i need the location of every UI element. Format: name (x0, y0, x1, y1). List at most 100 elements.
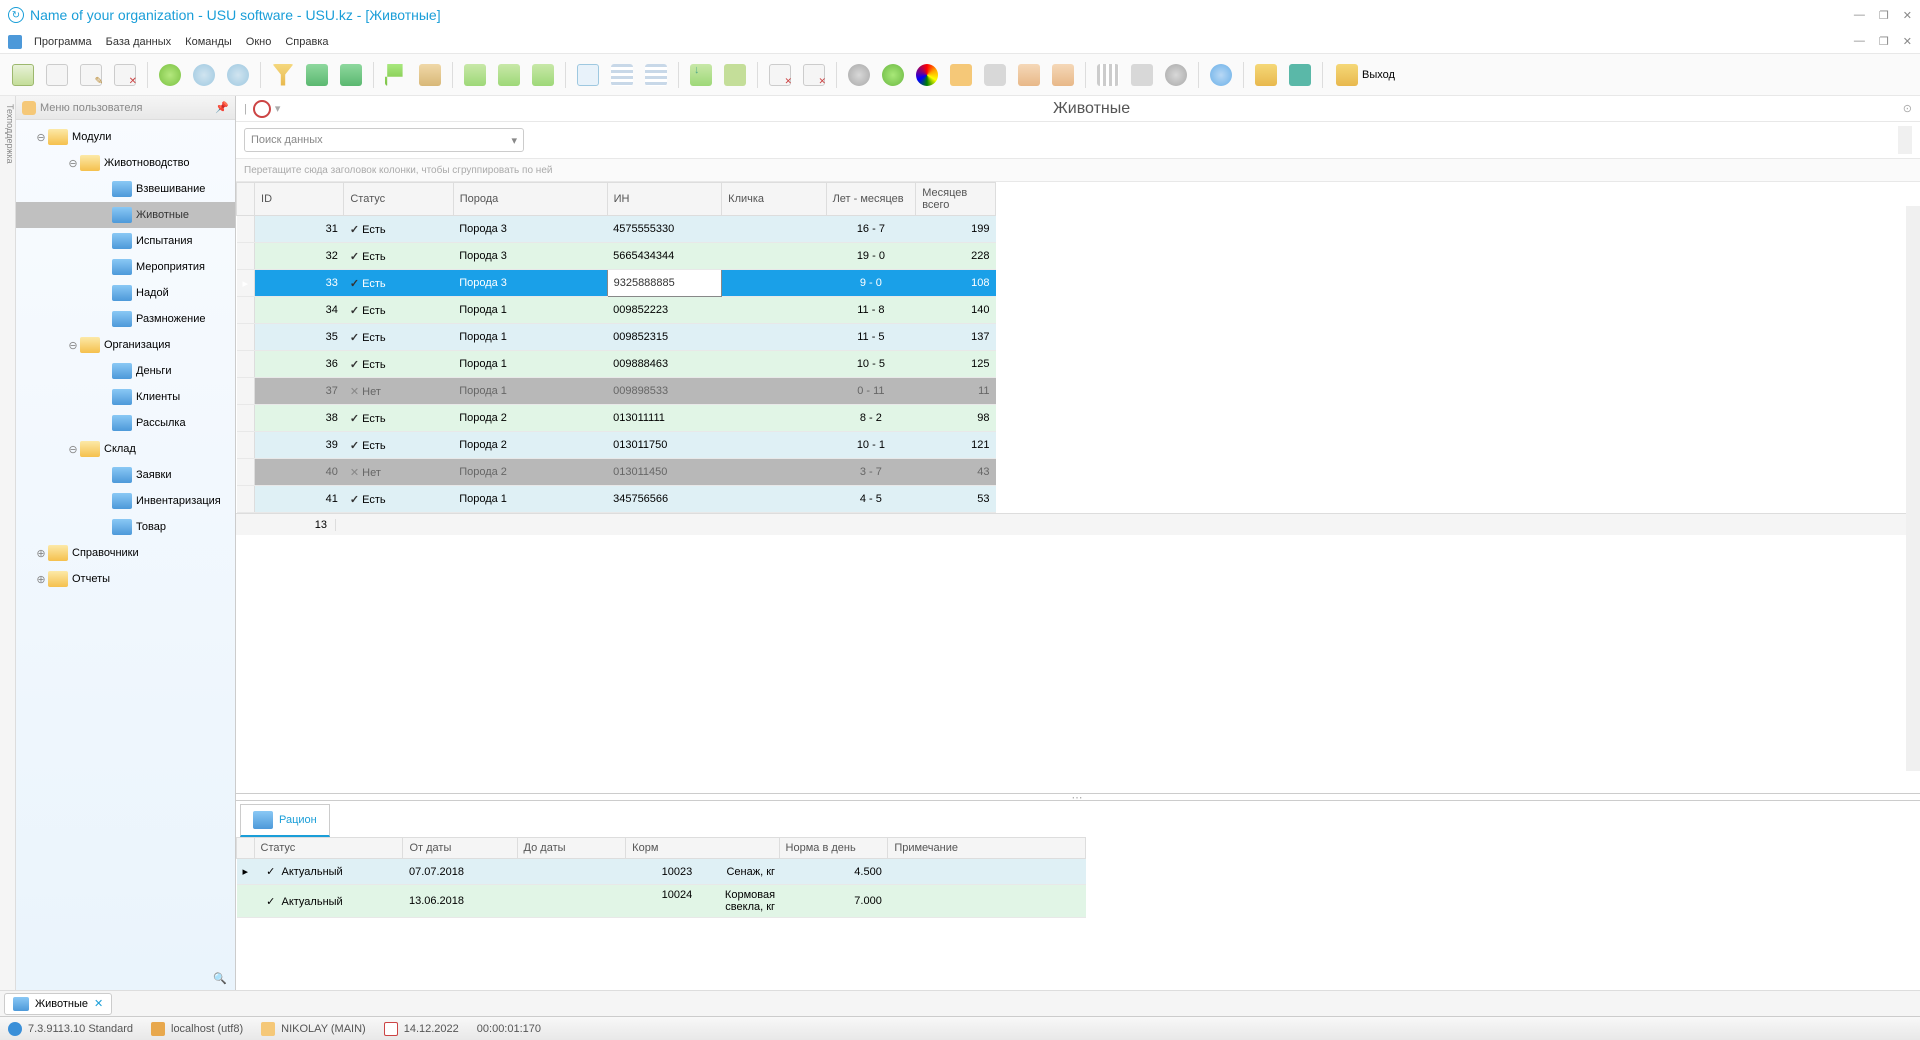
cell-norm[interactable]: 4.500 (779, 859, 888, 885)
table-row[interactable]: ▸33✓ ЕстьПорода 393258888859 - 0108 (237, 270, 996, 297)
cell-breed[interactable]: Порода 1 (453, 351, 607, 378)
cell-months[interactable]: 199 (916, 216, 996, 243)
col-header[interactable]: Примечание (888, 838, 1086, 859)
expand-icon[interactable]: ⊕ (34, 547, 48, 560)
menu-database[interactable]: База данных (100, 34, 178, 50)
sidepanel-search[interactable]: 🔍 (16, 966, 235, 990)
menu-program[interactable]: Программа (28, 34, 98, 50)
table-row[interactable]: 31✓ ЕстьПорода 3457555533016 - 7199 (237, 216, 996, 243)
col-header[interactable]: Статус (254, 838, 403, 859)
tb-refresh2[interactable] (1161, 60, 1191, 90)
cell-in[interactable]: 4575555330 (607, 216, 722, 243)
expand-icon[interactable]: ⊕ (34, 573, 48, 586)
tree-node[interactable]: ⊕Справочники (16, 540, 235, 566)
cell-nick[interactable] (722, 432, 826, 459)
tb-users2[interactable] (1048, 60, 1078, 90)
cell-id[interactable]: 36 (255, 351, 344, 378)
tree-node[interactable]: ⊕Отчеты (16, 566, 235, 592)
cell-breed[interactable]: Порода 2 (453, 459, 607, 486)
cell-age[interactable]: 10 - 5 (826, 351, 916, 378)
tb-delete[interactable] (110, 60, 140, 90)
cell-months[interactable]: 43 (916, 459, 996, 486)
expand-icon[interactable]: ⊖ (66, 157, 80, 170)
cell-in[interactable]: 9325888885 (607, 270, 722, 297)
cell-breed[interactable]: Порода 3 (453, 216, 607, 243)
cell-status[interactable]: ✓ Есть (344, 324, 453, 351)
tb-hand[interactable] (946, 60, 976, 90)
col-header[interactable]: Лет - месяцев (826, 183, 916, 216)
cell-breed[interactable]: Порода 3 (453, 243, 607, 270)
cell-status[interactable]: ✓ Актуальный (254, 859, 403, 885)
tb-add-col[interactable] (573, 60, 603, 90)
cell-breed[interactable]: Порода 1 (453, 297, 607, 324)
cell-from[interactable]: 13.06.2018 (403, 885, 517, 918)
cell-nick[interactable] (722, 216, 826, 243)
tree-node[interactable]: Инвентаризация (16, 488, 235, 514)
cell-in[interactable]: 013011450 (607, 459, 722, 486)
expand-icon[interactable]: ⊖ (34, 131, 48, 144)
tb-globe[interactable] (878, 60, 908, 90)
cell-age[interactable]: 9 - 0 (826, 270, 916, 297)
cell-note[interactable] (888, 885, 1086, 918)
cell-in[interactable]: 5665434344 (607, 243, 722, 270)
cell-months[interactable]: 108 (916, 270, 996, 297)
table-row[interactable]: ▸ ✓ Актуальный07.07.201810023 Сенаж, кг4… (237, 859, 1086, 885)
table-row[interactable]: 36✓ ЕстьПорода 100988846310 - 5125 (237, 351, 996, 378)
tree-node[interactable]: Взвешивание (16, 176, 235, 202)
tb-close-all[interactable] (799, 60, 829, 90)
cell-nick[interactable] (722, 324, 826, 351)
col-header[interactable]: Кличка (722, 183, 826, 216)
cell-status[interactable]: ✓ Есть (344, 486, 453, 513)
tb-tree3[interactable] (528, 60, 558, 90)
cell-breed[interactable]: Порода 3 (453, 270, 607, 297)
cell-nick[interactable] (722, 243, 826, 270)
cell-to[interactable] (517, 859, 626, 885)
tb-flag[interactable] (381, 60, 411, 90)
grid-scrollbar[interactable] (1906, 206, 1920, 771)
col-header[interactable]: До даты (517, 838, 626, 859)
search-input[interactable]: Поиск данных ▾ (244, 128, 524, 152)
tree-node[interactable]: Животные (16, 202, 235, 228)
tb-print[interactable] (1127, 60, 1157, 90)
cell-breed[interactable]: Порода 1 (453, 378, 607, 405)
cell-age[interactable]: 10 - 1 (826, 432, 916, 459)
tb-filter[interactable] (268, 60, 298, 90)
tree-node[interactable]: ⊖Животноводство (16, 150, 235, 176)
cell-status[interactable]: ✓ Есть (344, 405, 453, 432)
mdi-close-icon[interactable]: ✕ (1903, 35, 1912, 48)
cell-status[interactable]: ✕ Нет (344, 459, 453, 486)
tb-import[interactable] (686, 60, 716, 90)
tb-plug[interactable] (1285, 60, 1315, 90)
tree-node[interactable]: ⊖Организация (16, 332, 235, 358)
tree-node[interactable]: Надой (16, 280, 235, 306)
cell-from[interactable]: 07.07.2018 (403, 859, 517, 885)
tb-image[interactable] (415, 60, 445, 90)
col-header[interactable]: Месяцев всего (916, 183, 996, 216)
cell-status[interactable]: ✓ Есть (344, 297, 453, 324)
cell-status[interactable]: ✓ Есть (344, 243, 453, 270)
cell-feed[interactable]: 10024 Кормовая свекла, кг (626, 885, 779, 918)
expand-icon[interactable]: ⊖ (66, 339, 80, 352)
tree-node[interactable]: ⊖Склад (16, 436, 235, 462)
cell-id[interactable]: 40 (255, 459, 344, 486)
cell-breed[interactable]: Порода 1 (453, 486, 607, 513)
tree-node[interactable]: Деньги (16, 358, 235, 384)
cell-in[interactable]: 009852223 (607, 297, 722, 324)
tree-node[interactable]: Заявки (16, 462, 235, 488)
col-header[interactable]: ИН (607, 183, 722, 216)
cell-nick[interactable] (722, 270, 826, 297)
cell-months[interactable]: 137 (916, 324, 996, 351)
minimize-icon[interactable]: — (1854, 9, 1865, 22)
cell-months[interactable]: 11 (916, 378, 996, 405)
tb-search[interactable] (189, 60, 219, 90)
tb-info[interactable] (1206, 60, 1236, 90)
scrollbar-v[interactable] (1898, 126, 1912, 154)
tb-lock[interactable] (1251, 60, 1281, 90)
clock-icon[interactable] (253, 100, 271, 118)
cell-id[interactable]: 39 (255, 432, 344, 459)
cell-age[interactable]: 8 - 2 (826, 405, 916, 432)
col-header[interactable]: Корм (626, 838, 779, 859)
maximize-icon[interactable]: ❐ (1879, 9, 1889, 22)
tb-close-win[interactable] (765, 60, 795, 90)
table-row[interactable]: 35✓ ЕстьПорода 100985231511 - 5137 (237, 324, 996, 351)
